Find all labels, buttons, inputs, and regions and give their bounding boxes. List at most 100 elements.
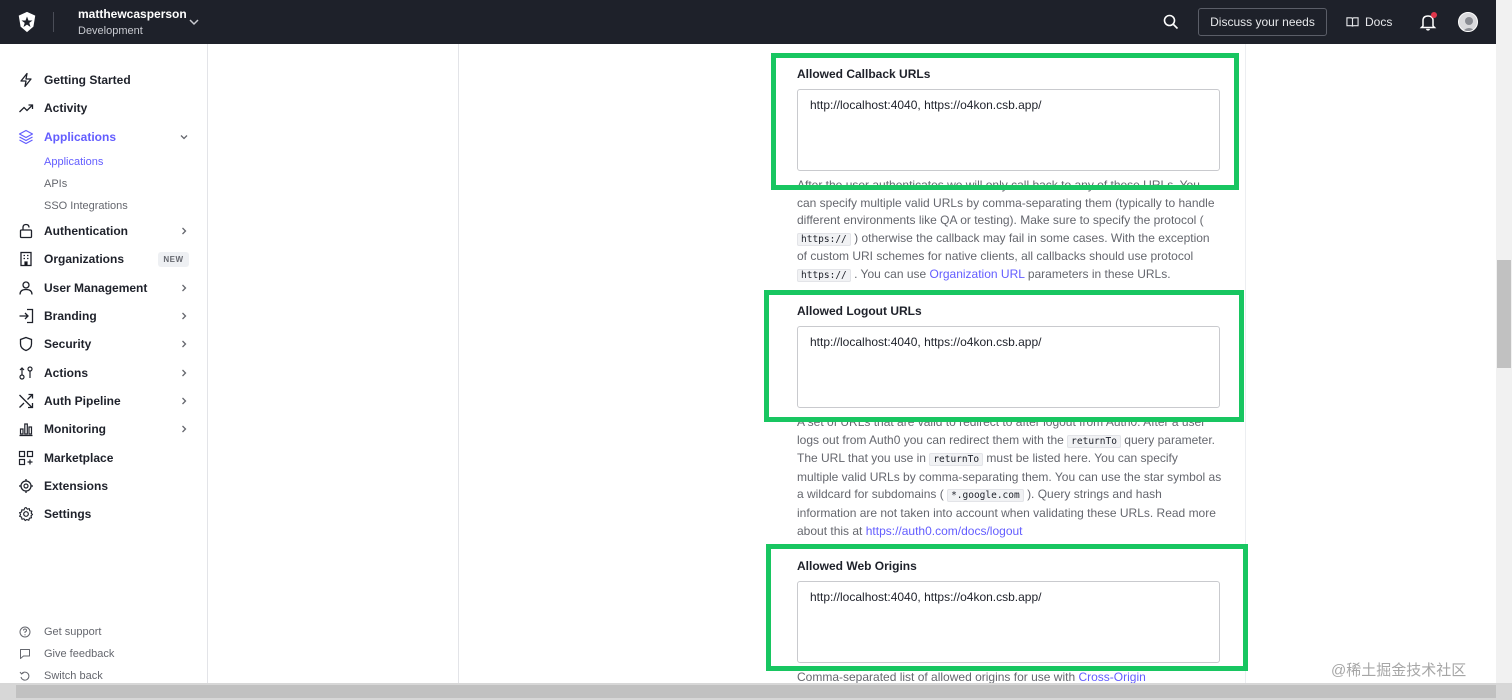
sidebar-item-label: Actions	[44, 366, 89, 380]
sidebar-item-label: Settings	[44, 507, 92, 521]
logout-urls-input[interactable]: http://localhost:4040, https://o4kon.csb…	[797, 326, 1220, 408]
user-avatar-icon	[1462, 17, 1476, 31]
sidebar-item-security[interactable]: Security	[0, 332, 208, 356]
sidebar-item-settings[interactable]: Settings	[0, 502, 208, 526]
logout-docs-link[interactable]: https://auth0.com/docs/logout	[866, 524, 1023, 538]
grid-plus-icon	[18, 450, 34, 466]
extensions-icon	[19, 479, 33, 493]
chevron-down-icon	[180, 135, 188, 140]
trend-icon	[19, 104, 34, 113]
sidebar-item-label: Monitoring	[44, 422, 106, 436]
sidebar-item-label: Applications	[44, 130, 117, 144]
auth0-logo-icon[interactable]	[16, 11, 38, 33]
shield-icon	[19, 336, 33, 352]
code-snippet: https://	[797, 268, 851, 282]
subitem-sso-integrations[interactable]: SSO Integrations	[44, 200, 128, 212]
chevron-right-icon	[182, 425, 187, 433]
content-divider	[458, 44, 459, 683]
sidebar-item-getting-started[interactable]: Getting Started	[0, 68, 208, 92]
chevron-right-icon	[182, 340, 187, 348]
chevron-right-icon	[182, 369, 187, 377]
help-text: . You can use	[854, 266, 927, 281]
content-divider-right	[1245, 44, 1246, 683]
sidebar-item-applications[interactable]: Applications	[0, 125, 208, 149]
top-bar: matthewcasperson Development Discuss you…	[0, 0, 1496, 44]
sidebar-item-label: Organizations	[44, 252, 125, 266]
chevron-down-icon[interactable]	[188, 16, 200, 28]
vertical-scrollbar-thumb[interactable]	[1497, 260, 1511, 368]
avatar[interactable]	[1458, 12, 1478, 32]
notification-dot	[1431, 12, 1437, 18]
gear-icon	[19, 506, 34, 522]
sidebar-item-authentication[interactable]: Authentication	[0, 219, 208, 243]
sidebar-item-label: Getting Started	[44, 73, 131, 87]
sidebar-item-auth-pipeline[interactable]: Auth Pipeline	[0, 389, 208, 413]
sidebar-item-extensions[interactable]: Extensions	[0, 474, 208, 498]
sidebar: Getting Started Activity Applications Ap…	[0, 44, 208, 683]
help-text: parameters in these URLs.	[1027, 266, 1171, 281]
sidebar-item-label: Branding	[44, 309, 97, 323]
code-snippet: returnTo	[929, 453, 984, 467]
subitem-applications[interactable]: Applications	[44, 156, 103, 168]
sidebar-item-branding[interactable]: Branding	[0, 304, 208, 328]
sidebar-item-label: Authentication	[44, 224, 128, 238]
help-text: Comma-separated list of allowed origins …	[797, 670, 1076, 684]
code-snippet: returnTo	[1067, 434, 1121, 448]
building-icon	[20, 251, 32, 267]
help-text: ) otherwise the callback may fail in som…	[797, 230, 1210, 264]
sidebar-item-label: Activity	[44, 101, 88, 115]
discuss-needs-button[interactable]: Discuss your needs	[1198, 8, 1327, 36]
logout-urls-label: Allowed Logout URLs	[797, 304, 922, 318]
feedback-icon	[20, 649, 30, 659]
footer-label: Get support	[44, 626, 102, 638]
subitem-apis[interactable]: APIs	[44, 178, 67, 190]
sidebar-item-label: Security	[44, 337, 92, 351]
horizontal-scrollbar-thumb[interactable]	[16, 685, 1496, 698]
bar-chart-icon	[19, 423, 33, 437]
organization-url-link[interactable]: Organization URL	[930, 267, 1025, 281]
cross-origin-link[interactable]: Cross-Origin	[1078, 670, 1145, 684]
sidebar-item-organizations[interactable]: Organizations NEW	[0, 247, 208, 271]
sidebar-item-label: Marketplace	[44, 451, 114, 465]
web-origins-label: Allowed Web Origins	[797, 559, 917, 573]
lightning-icon	[20, 72, 32, 88]
callback-urls-input[interactable]: http://localhost:4040, https://o4kon.csb…	[797, 89, 1220, 171]
callback-urls-label: Allowed Callback URLs	[797, 67, 931, 81]
watermark: @稀土掘金技术社区	[1331, 662, 1467, 679]
footer-label: Give feedback	[44, 648, 115, 660]
actions-icon	[19, 366, 33, 380]
lock-icon	[19, 223, 33, 239]
chevron-right-icon	[182, 312, 187, 320]
sidebar-item-label: User Management	[44, 281, 148, 295]
sidebar-item-actions[interactable]: Actions	[0, 361, 208, 385]
book-icon	[1346, 17, 1359, 27]
user-icon	[19, 281, 33, 295]
topbar-divider	[53, 12, 54, 32]
docs-label: Docs	[1365, 15, 1393, 29]
docs-link[interactable]: Docs	[1346, 13, 1392, 31]
sidebar-item-monitoring[interactable]: Monitoring	[0, 417, 208, 441]
layers-icon	[18, 129, 34, 145]
code-snippet: https://	[797, 232, 851, 246]
sidebar-item-marketplace[interactable]: Marketplace	[0, 446, 208, 470]
switch-back-icon	[19, 671, 30, 681]
search-icon[interactable]	[1162, 13, 1180, 31]
code-snippet: *.google.com	[947, 489, 1024, 503]
chevron-right-icon	[182, 397, 187, 405]
get-support-link[interactable]: Get support	[0, 623, 208, 641]
give-feedback-link[interactable]: Give feedback	[0, 645, 208, 663]
help-icon	[19, 626, 31, 638]
tenant-name[interactable]: matthewcasperson	[78, 7, 187, 21]
sidebar-item-label: Auth Pipeline	[44, 394, 121, 408]
pipeline-icon	[19, 393, 34, 409]
sidebar-item-activity[interactable]: Activity	[0, 96, 208, 120]
callback-urls-help: After the user authenticates we will onl…	[797, 177, 1222, 285]
web-origins-input[interactable]: http://localhost:4040, https://o4kon.csb…	[797, 581, 1220, 663]
sidebar-item-user-management[interactable]: User Management	[0, 276, 208, 300]
branding-icon	[19, 308, 34, 324]
footer-label: Switch back	[44, 670, 103, 682]
sidebar-item-label: Extensions	[44, 479, 109, 493]
chevron-right-icon	[182, 284, 187, 292]
new-badge: NEW	[158, 251, 189, 267]
tenant-environment[interactable]: Development	[78, 25, 143, 37]
